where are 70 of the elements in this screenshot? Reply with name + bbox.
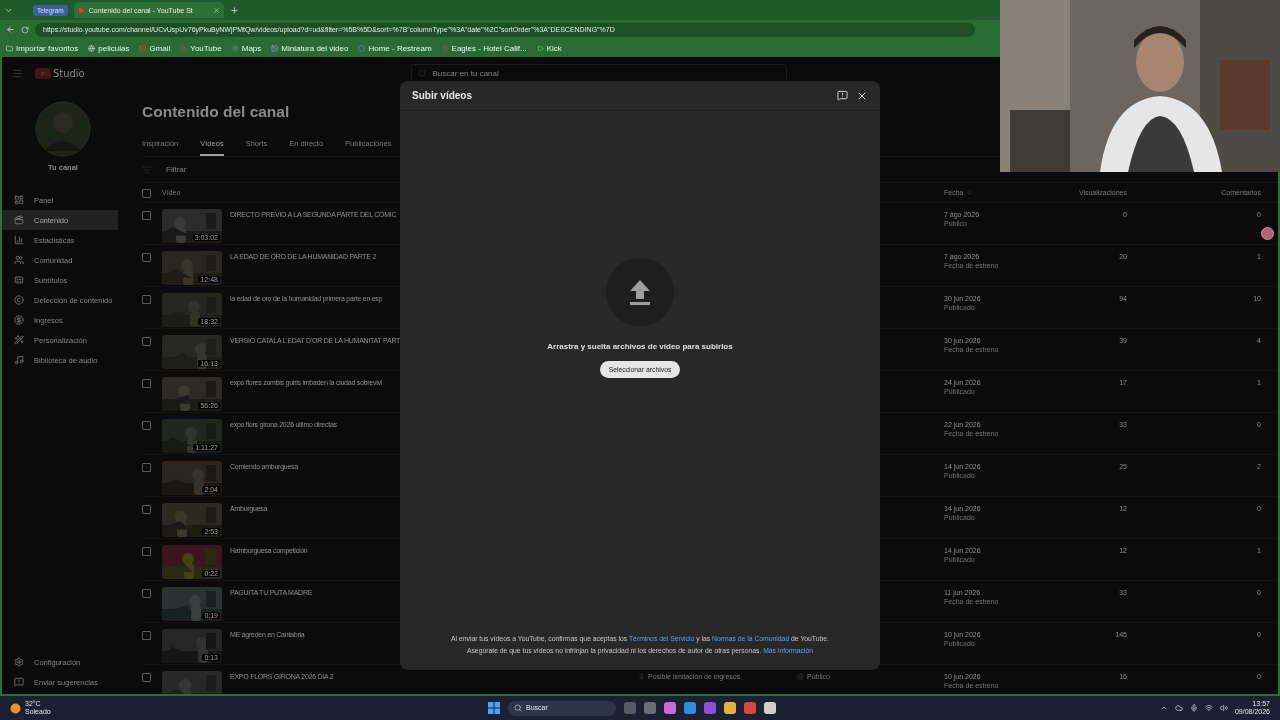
checkbox[interactable] bbox=[142, 589, 151, 598]
bookmark[interactable]: YouTube bbox=[180, 43, 222, 53]
dollar-icon bbox=[14, 315, 24, 325]
play-icon bbox=[441, 44, 449, 52]
new-tab-icon[interactable] bbox=[229, 5, 239, 15]
chevron-icon[interactable] bbox=[1159, 704, 1168, 712]
app-icon[interactable] bbox=[744, 702, 756, 714]
pin-icon bbox=[231, 44, 239, 52]
wifi-icon[interactable] bbox=[1204, 704, 1213, 712]
checkbox[interactable] bbox=[142, 463, 151, 472]
clapperboard-icon bbox=[14, 215, 24, 225]
checkbox[interactable] bbox=[142, 505, 151, 514]
bookmark[interactable]: Kick bbox=[536, 43, 562, 53]
feedback-icon[interactable] bbox=[837, 90, 848, 101]
windows-icon[interactable] bbox=[488, 702, 500, 714]
dashboard-icon bbox=[14, 195, 24, 205]
drop-message: Arrastra y suelta archivos de vídeo para subirlos bbox=[547, 342, 733, 351]
bookmark[interactable]: Home - Restream bbox=[358, 43, 432, 53]
circle-icon bbox=[358, 44, 366, 52]
globe-icon bbox=[88, 44, 96, 52]
checkbox[interactable] bbox=[142, 379, 151, 388]
search-icon bbox=[514, 704, 522, 712]
settings-icon bbox=[14, 657, 24, 667]
music-icon bbox=[14, 355, 24, 365]
volume-icon[interactable] bbox=[1219, 704, 1228, 712]
wand-icon bbox=[14, 335, 24, 345]
people-icon bbox=[14, 255, 24, 265]
checkbox[interactable] bbox=[142, 211, 151, 220]
cloud-icon[interactable] bbox=[1174, 704, 1183, 712]
upload-icon[interactable] bbox=[606, 258, 674, 326]
play-icon bbox=[77, 6, 85, 14]
reload-icon[interactable] bbox=[21, 25, 29, 34]
play-logo-icon bbox=[35, 67, 51, 79]
filter-field[interactable]: Filtrar bbox=[166, 165, 187, 174]
checkbox[interactable] bbox=[142, 631, 151, 640]
feedback-icon bbox=[14, 677, 24, 687]
bookmark[interactable]: Gmail bbox=[139, 43, 171, 53]
app-icon[interactable] bbox=[684, 702, 696, 714]
bookmark[interactable]: Miniatura del video bbox=[271, 43, 349, 53]
bookmark[interactable]: Importar favoritos bbox=[6, 43, 79, 53]
mail-icon bbox=[139, 44, 147, 52]
app-icon[interactable] bbox=[764, 702, 776, 714]
bookmark[interactable]: peliculas bbox=[88, 43, 130, 53]
dialog-title: Subir vídeos bbox=[412, 90, 473, 101]
image-icon bbox=[271, 44, 279, 52]
checkbox[interactable] bbox=[142, 673, 151, 682]
checkbox[interactable] bbox=[142, 547, 151, 556]
checkbox[interactable] bbox=[142, 253, 151, 262]
checkbox[interactable] bbox=[142, 337, 151, 346]
checkbox[interactable] bbox=[142, 295, 151, 304]
search-icon bbox=[417, 68, 427, 78]
play-icon bbox=[180, 44, 188, 52]
globe-icon bbox=[797, 673, 804, 680]
back-icon[interactable] bbox=[6, 25, 15, 34]
sort-arrow-icon bbox=[966, 189, 974, 196]
checkbox[interactable] bbox=[142, 189, 151, 198]
dollar-icon bbox=[638, 673, 645, 680]
mic-icon[interactable] bbox=[1189, 704, 1198, 712]
bookmark[interactable]: Eagles - Hotel Calif... bbox=[441, 43, 527, 53]
subtitles-icon bbox=[14, 275, 24, 285]
page-title: Contenido del canal bbox=[142, 103, 291, 121]
copyright-icon bbox=[14, 295, 24, 305]
menu-icon[interactable] bbox=[12, 67, 23, 79]
checkbox[interactable] bbox=[142, 421, 151, 430]
play-icon bbox=[536, 44, 544, 52]
bookmark[interactable]: Maps bbox=[231, 43, 262, 53]
chart-icon bbox=[14, 235, 24, 245]
sun-icon bbox=[10, 702, 21, 714]
logo-text: Studio bbox=[53, 66, 85, 80]
app-icon[interactable] bbox=[664, 702, 676, 714]
